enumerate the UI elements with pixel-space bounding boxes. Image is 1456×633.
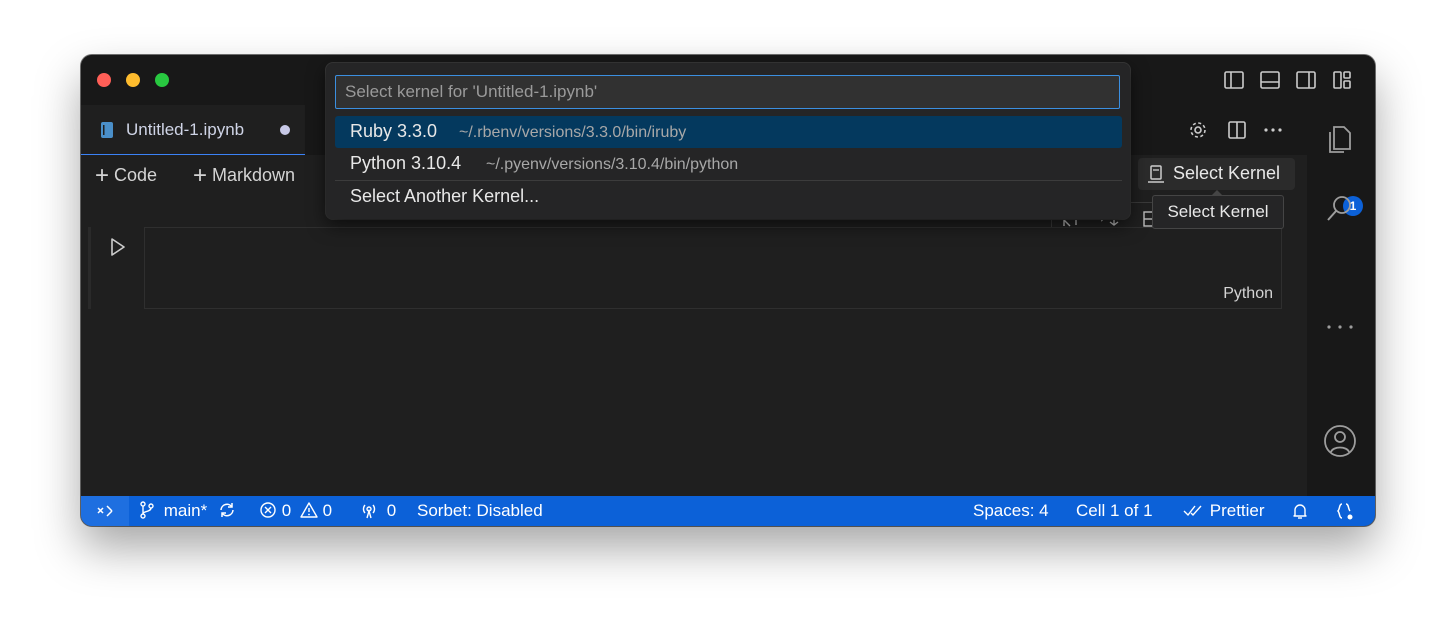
error-count: 0	[281, 501, 292, 520]
run-cell-play-icon[interactable]	[109, 237, 127, 257]
sync-icon[interactable]	[218, 501, 236, 519]
add-code-cell-button[interactable]: + Code	[95, 162, 158, 189]
add-markdown-label: Markdown	[212, 165, 296, 185]
close-window-button[interactable]	[97, 73, 111, 87]
copilot-braces-icon[interactable]	[1335, 501, 1355, 521]
error-icon	[259, 501, 277, 519]
kernel-option-label: Python 3.10.4	[350, 153, 462, 173]
branch-status[interactable]: main*	[139, 496, 236, 526]
minimize-window-button[interactable]	[126, 73, 140, 87]
add-code-label: Code	[114, 165, 158, 185]
select-kernel-tooltip: Select Kernel	[1152, 195, 1284, 229]
ports-count: 0	[386, 501, 397, 520]
ports-status[interactable]: 0	[360, 496, 396, 526]
kernel-option-label: Select Another Kernel...	[350, 186, 540, 206]
more-actions-icon[interactable]	[1262, 120, 1284, 140]
sorbet-status[interactable]: Sorbet: Disabled	[417, 496, 543, 526]
account-icon[interactable]	[1323, 423, 1357, 459]
plus-icon: +	[193, 162, 208, 189]
prettier-label: Prettier	[1209, 501, 1265, 520]
git-branch-icon	[139, 501, 155, 519]
toggle-secondary-sidebar-icon[interactable]	[1295, 69, 1317, 91]
problems-status[interactable]: 0 0	[259, 496, 332, 526]
code-cell-editor[interactable]: Python	[144, 227, 1282, 309]
branch-name: main*	[163, 501, 208, 520]
kernel-option-ruby[interactable]: Ruby 3.3.0 ~/.rbenv/versions/3.3.0/bin/i…	[335, 116, 1122, 148]
kernel-option-path: ~/.pyenv/versions/3.10.4/bin/python	[486, 156, 739, 173]
prettier-status[interactable]: Prettier	[1183, 496, 1265, 526]
kernel-quick-pick: Ruby 3.3.0 ~/.rbenv/versions/3.3.0/bin/i…	[326, 63, 1130, 219]
select-kernel-label: Select Kernel	[1173, 163, 1281, 183]
remote-indicator[interactable]	[81, 496, 129, 526]
cell-focus-indicator	[88, 227, 91, 309]
split-editor-icon[interactable]	[1227, 120, 1247, 140]
broadcast-icon	[360, 501, 378, 519]
zoom-window-button[interactable]	[155, 73, 169, 87]
kernel-option-path: ~/.rbenv/versions/3.3.0/bin/iruby	[459, 124, 687, 141]
notebook-file-icon	[100, 121, 114, 139]
kernel-option-label: Ruby 3.3.0	[350, 121, 438, 141]
gear-icon[interactable]	[1188, 120, 1208, 140]
customize-layout-icon[interactable]	[1331, 69, 1353, 91]
tab-untitled-notebook[interactable]: Untitled-1.ipynb	[81, 105, 305, 155]
activity-bar: 1	[1307, 105, 1375, 524]
cell-position-status[interactable]: Cell 1 of 1	[1076, 496, 1153, 526]
toggle-primary-sidebar-icon[interactable]	[1223, 69, 1245, 91]
select-kernel-button[interactable]: Select Kernel	[1138, 158, 1295, 190]
toggle-panel-icon[interactable]	[1259, 69, 1281, 91]
kernel-search-input[interactable]	[335, 75, 1120, 109]
plus-icon: +	[95, 162, 110, 189]
search-icon[interactable]	[1323, 191, 1357, 227]
status-bar: main* 0 0 0 Sorbet: Disabled Spaces: 4 C…	[81, 496, 1375, 526]
warning-icon	[300, 501, 318, 519]
more-views-icon[interactable]	[1323, 317, 1357, 337]
indentation-status[interactable]: Spaces: 4	[973, 496, 1049, 526]
explorer-icon[interactable]	[1323, 121, 1357, 157]
bell-icon[interactable]	[1291, 502, 1309, 520]
double-check-icon	[1183, 501, 1203, 519]
tab-label: Untitled-1.ipynb	[126, 120, 245, 139]
server-environment-icon	[1146, 164, 1166, 184]
kernel-option-python[interactable]: Python 3.10.4 ~/.pyenv/versions/3.10.4/b…	[335, 148, 1122, 180]
cell-language-label[interactable]: Python	[1223, 285, 1273, 303]
warning-count: 0	[322, 501, 333, 520]
tooltip-arrow	[1211, 190, 1223, 196]
select-another-kernel-option[interactable]: Select Another Kernel...	[335, 181, 1122, 213]
unsaved-dot-icon[interactable]	[280, 125, 290, 135]
add-markdown-cell-button[interactable]: + Markdown	[193, 162, 296, 189]
remote-icon	[96, 502, 114, 520]
